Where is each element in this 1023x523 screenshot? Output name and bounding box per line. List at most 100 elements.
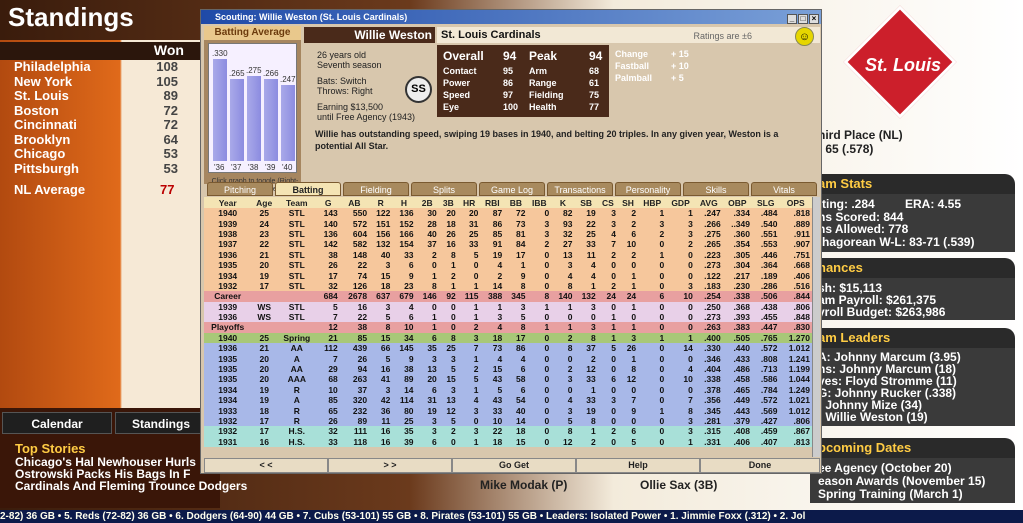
- player-name-link[interactable]: Mike Modak (P): [480, 478, 567, 492]
- column-header[interactable]: Team: [277, 197, 317, 208]
- player-name-link[interactable]: Ollie Sax (3B): [640, 478, 717, 492]
- table-scrollbar[interactable]: [812, 197, 820, 457]
- tab-transactions[interactable]: Transactions: [547, 182, 613, 196]
- table-cell: 1939: [218, 301, 238, 312]
- maximize-icon[interactable]: □: [798, 14, 808, 24]
- table-cell: 0: [688, 353, 693, 364]
- next-button[interactable]: > >: [328, 458, 452, 473]
- record-text: - 65 (.578): [818, 142, 874, 156]
- table-cell: 12: [586, 364, 596, 375]
- tab-game-log[interactable]: Game Log: [479, 182, 545, 196]
- table-cell: 3: [473, 332, 479, 343]
- column-header[interactable]: BB: [504, 197, 528, 208]
- tab-splits[interactable]: Splits: [411, 182, 477, 196]
- standings-row[interactable]: New York 105: [14, 74, 184, 89]
- tab-pitching[interactable]: Pitching: [207, 182, 273, 196]
- column-header[interactable]: HBP: [638, 197, 667, 208]
- table-cell: 68: [328, 374, 338, 385]
- standings-row[interactable]: Chicago 53: [14, 146, 184, 161]
- column-header[interactable]: Age: [251, 197, 278, 208]
- tab-fielding[interactable]: Fielding: [343, 182, 409, 196]
- table-cell: 0: [544, 416, 550, 426]
- bio-age: 26 years old: [317, 50, 367, 60]
- standings-button[interactable]: Standings: [115, 412, 207, 434]
- table-cell: 40: [516, 405, 526, 416]
- column-header[interactable]: R: [369, 197, 393, 208]
- go-get-button[interactable]: Go Get: [452, 458, 576, 473]
- column-header[interactable]: RBI: [480, 197, 505, 208]
- table-cell: 22: [259, 239, 269, 250]
- table-cell: 19: [586, 405, 596, 416]
- table-cell: .183: [704, 280, 721, 291]
- table-cell: 5: [631, 436, 637, 447]
- table-cell: 5: [611, 343, 616, 354]
- table-cell: 89: [357, 416, 368, 426]
- table-cell: 6: [631, 426, 637, 437]
- power-value: 86: [503, 78, 514, 88]
- done-button[interactable]: Done: [700, 458, 820, 473]
- batting-average-chart[interactable]: .330 '36 .265 '37 .275 '38 .266 '39 .247 '40: [208, 43, 297, 173]
- speed-label: Speed: [443, 90, 471, 100]
- minimize-icon[interactable]: _: [787, 14, 797, 24]
- column-header[interactable]: K: [551, 197, 575, 208]
- table-cell: 8: [567, 280, 573, 291]
- tab-skills[interactable]: Skills: [683, 182, 749, 196]
- table-cell: 16: [380, 426, 391, 437]
- table-cell: 13: [427, 364, 437, 375]
- column-header[interactable]: CS: [597, 197, 618, 208]
- table-cell: 1: [544, 301, 550, 312]
- eye-value: 100: [503, 102, 519, 112]
- standings-row[interactable]: St. Louis 89: [14, 88, 184, 103]
- story-link[interactable]: Cardinals And Fleming Trounce Dodgers: [15, 479, 247, 493]
- table-cell: 82: [563, 208, 573, 219]
- table-cell: .378: [704, 384, 721, 395]
- standings-row[interactable]: Boston 72: [14, 103, 184, 118]
- tab-vitals[interactable]: Vitals: [751, 182, 817, 196]
- column-header[interactable]: H: [392, 197, 416, 208]
- column-header[interactable]: SLG: [751, 197, 780, 208]
- nl-average-value: 77: [160, 182, 175, 197]
- tab-personality[interactable]: Personality: [615, 182, 681, 196]
- column-header[interactable]: AVG: [694, 197, 723, 208]
- table-cell: 16: [357, 301, 368, 312]
- smiley-icon[interactable]: ☺: [795, 27, 814, 46]
- table-cell: .400: [704, 332, 721, 343]
- table-cell: 1: [591, 280, 596, 291]
- calendar-button[interactable]: Calendar: [2, 412, 112, 434]
- column-header[interactable]: SH: [617, 197, 639, 208]
- column-header[interactable]: SB: [574, 197, 598, 208]
- tab-batting[interactable]: Batting: [275, 182, 341, 196]
- column-header[interactable]: AB: [339, 197, 370, 208]
- window-title-bar[interactable]: Scouting: Willie Weston (St. Louis Cardi…: [201, 10, 821, 24]
- prev-button[interactable]: < <: [204, 458, 328, 473]
- table-cell: 38: [404, 364, 414, 375]
- table-cell: 5: [385, 312, 391, 323]
- standings-row[interactable]: Pittsburgh 53: [14, 161, 184, 176]
- table-cell: 3: [611, 395, 616, 406]
- column-header[interactable]: IBB: [527, 197, 552, 208]
- leader-line[interactable]: : Willie Weston (19): [818, 410, 928, 424]
- table-cell: 3: [611, 218, 616, 229]
- help-button[interactable]: Help: [576, 458, 700, 473]
- standings-row[interactable]: Cincinnati 72: [14, 117, 184, 132]
- column-header[interactable]: OBP: [722, 197, 752, 208]
- table-cell: 1: [611, 332, 616, 343]
- table-cell: 22: [586, 218, 596, 229]
- range-value: 61: [589, 78, 600, 88]
- stats-table-container: Year Age Team G AB R H 2B 3B HR RBI BB IBB K SB CS SH HBP…: [204, 197, 812, 457]
- column-header[interactable]: Year: [204, 197, 252, 208]
- table-cell: 17: [259, 416, 269, 426]
- column-header[interactable]: GDP: [666, 197, 695, 208]
- standings-row[interactable]: Philadelphia 108: [14, 59, 184, 74]
- table-cell: 25: [259, 208, 269, 219]
- column-header[interactable]: OPS: [779, 197, 812, 208]
- column-header[interactable]: 3B: [438, 197, 458, 208]
- table-cell: 2: [451, 270, 456, 281]
- column-header[interactable]: 2B: [415, 197, 439, 208]
- close-icon[interactable]: ×: [809, 14, 819, 24]
- column-header[interactable]: G: [316, 197, 340, 208]
- table-cell: .447: [760, 322, 778, 333]
- standings-row[interactable]: Brooklyn 64: [14, 132, 184, 147]
- column-header[interactable]: HR: [457, 197, 481, 208]
- table-cell: 37: [586, 343, 596, 354]
